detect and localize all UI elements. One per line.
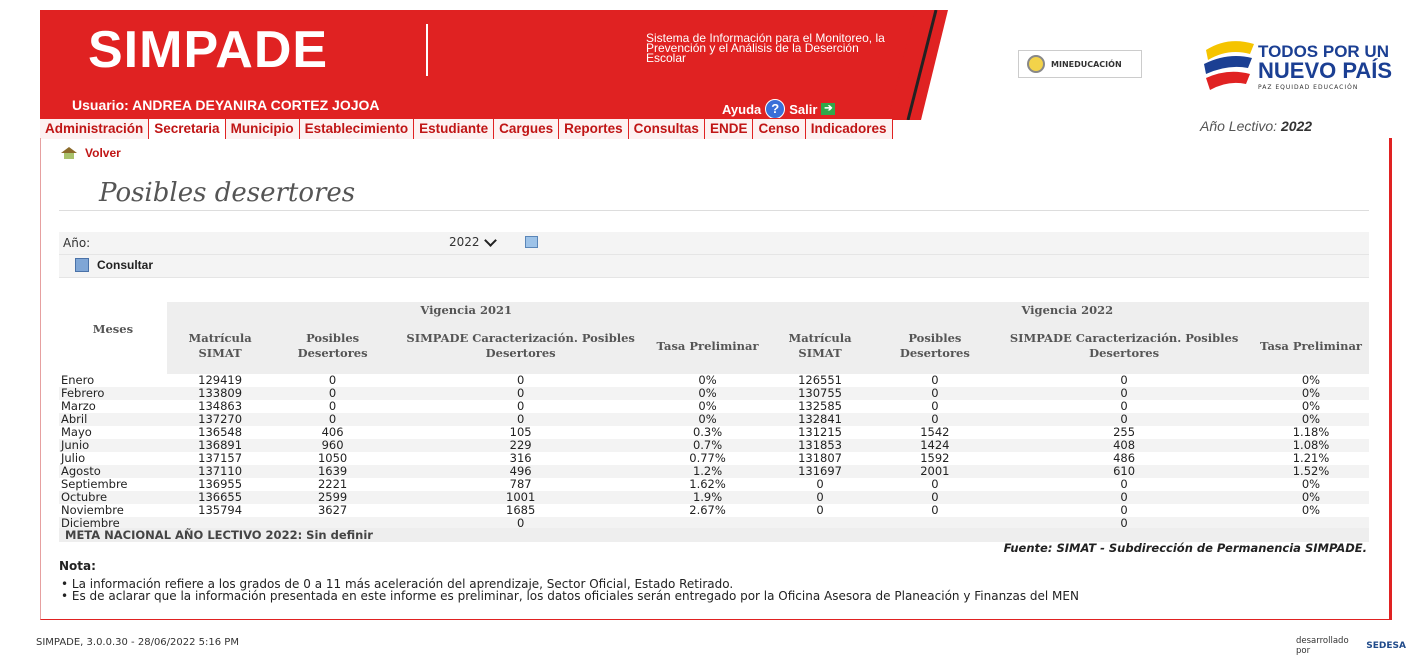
col-tasa-2022: Tasa Preliminar	[1252, 318, 1369, 374]
meta-row: META NACIONAL AÑO LECTIVO 2022: Sin defi…	[59, 528, 1369, 542]
col-tasa-2021: Tasa Preliminar	[649, 318, 766, 374]
nav-item-municipio[interactable]: Municipio	[225, 119, 300, 139]
nav-item-ende[interactable]: ENDE	[704, 119, 754, 139]
col-posibles-2022: Posibles Desertores	[874, 318, 996, 374]
anio-lectivo-label: Año Lectivo:	[1200, 118, 1278, 134]
page-title: Posibles desertores	[99, 178, 356, 208]
developed-by-label: desarrollado por	[1296, 636, 1349, 656]
system-description: Sistema de Información para el Monitoreo…	[646, 31, 885, 65]
nota-item: Es de aclarar que la información present…	[61, 590, 1079, 602]
help-exit-links: Ayuda ? Salir ➔	[722, 99, 836, 119]
nav-item-reportes[interactable]: Reportes	[559, 119, 629, 139]
nota-list: La información refiere a los grados de 0…	[61, 578, 1079, 602]
year-label: Año:	[63, 236, 91, 250]
logo-divider	[426, 24, 428, 76]
nav-item-cargues[interactable]: Cargues	[494, 119, 560, 139]
colombia-seal-icon	[1027, 55, 1045, 73]
desertores-table: Meses Vigencia 2021 Vigencia 2022 Matríc…	[59, 302, 1369, 530]
mineducacion-logo: MINEDUCACIÓN	[1018, 50, 1142, 78]
nav-item-consultas[interactable]: Consultas	[628, 119, 705, 139]
vigencia-2022-header: Vigencia 2022	[765, 302, 1369, 319]
col-matricula-2022: Matrícula SIMAT	[765, 318, 875, 374]
user-name: Usuario: ANDREA DEYANIRA CORTEZ JOJOA	[72, 97, 380, 113]
vigencia-2021-header: Vigencia 2021	[166, 302, 766, 319]
meta-nacional: META NACIONAL AÑO LECTIVO 2022: Sin defi…	[65, 528, 373, 542]
exit-icon[interactable]: ➔	[821, 103, 836, 115]
nav-item-administración[interactable]: Administración	[40, 119, 150, 139]
footer-developer: desarrollado por SEDESA	[1296, 636, 1406, 656]
anio-lectivo-value: 2022	[1280, 118, 1313, 134]
help-link[interactable]: Ayuda	[722, 102, 761, 117]
exit-link[interactable]: Salir	[789, 102, 817, 117]
table-body: Enero 129419 0 0 0% 126551 0 0 0% Febrero 133809 0 0…	[59, 374, 1369, 530]
nav-item-censo[interactable]: Censo	[753, 119, 806, 139]
year-select-value: 2022	[449, 235, 480, 249]
table-cell: 0%	[1301, 503, 1321, 517]
flag-swoosh-icon	[1204, 41, 1254, 90]
home-icon	[61, 147, 77, 159]
todos-tagline: PAZ EQUIDAD EDUCACIÓN	[1258, 84, 1359, 91]
volver-link[interactable]: Volver	[61, 146, 121, 160]
header-slash-decoration	[888, 10, 948, 120]
consultar-label: Consultar	[97, 258, 154, 272]
consultar-button[interactable]: Consultar	[75, 258, 153, 272]
footer-version: SIMPADE, 3.0.0.30 - 28/06/2022 5:16 PM	[36, 637, 239, 648]
table-row: Noviembre 135794 3627 1685 2.67% 0 0 0 0%	[59, 504, 1369, 517]
col-matricula-2021: Matrícula SIMAT	[166, 318, 274, 374]
calendar-icon[interactable]	[525, 236, 538, 248]
table-cell: 3627	[317, 503, 348, 517]
todos-line-2: NUEVO PAÍS	[1258, 58, 1393, 83]
main-nav: Administración Secretaria Municipio Estable…	[40, 118, 893, 139]
chevron-down-icon	[483, 233, 497, 247]
main-content: Volver Posibles desertores Año: 2022 Con…	[40, 138, 1392, 620]
simpade-logo: SIMPADE	[88, 21, 329, 79]
header: SIMPADE Sistema de Información para el M…	[40, 10, 1406, 120]
nav-item-indicadores[interactable]: Indicadores	[805, 119, 893, 139]
table-cell: 135794	[198, 503, 243, 517]
document-icon	[75, 258, 89, 272]
nota-title: Nota:	[59, 559, 96, 573]
col-simpade-2021: SIMPADE Caracterización. Posibles Desert…	[391, 318, 650, 374]
table-cell: 2.67%	[689, 503, 726, 517]
header-red-band: SIMPADE Sistema de Información para el M…	[40, 10, 915, 119]
table-cell: 0	[931, 503, 939, 517]
year-select[interactable]: 2022	[445, 233, 515, 251]
todos-por-un-nuevo-pais-logo: TODOS POR UN NUEVO PAÍS PAZ EQUIDAD EDUC…	[1198, 38, 1406, 94]
help-icon[interactable]: ?	[765, 99, 786, 119]
volver-label: Volver	[85, 146, 121, 160]
meses-header: Meses	[59, 302, 167, 374]
nav-item-establecimiento[interactable]: Establecimiento	[299, 119, 415, 139]
table-cell: 0	[816, 503, 824, 517]
col-simpade-2022: SIMPADE Caracterización. Posibles Desert…	[995, 318, 1253, 374]
fuente-text: Fuente: SIMAT - Subdirección de Permanen…	[1003, 541, 1367, 555]
nav-item-estudiante[interactable]: Estudiante	[414, 119, 495, 139]
nav-item-secretaria[interactable]: Secretaria	[149, 119, 226, 139]
consultar-row: Consultar	[59, 255, 1369, 278]
title-divider	[59, 210, 1369, 211]
anio-lectivo: Año Lectivo: 2022	[1200, 118, 1312, 134]
mineducacion-label: MINEDUCACIÓN	[1051, 59, 1122, 69]
col-posibles-2021: Posibles Desertores	[273, 318, 392, 374]
year-form-row: Año: 2022	[59, 232, 1369, 255]
